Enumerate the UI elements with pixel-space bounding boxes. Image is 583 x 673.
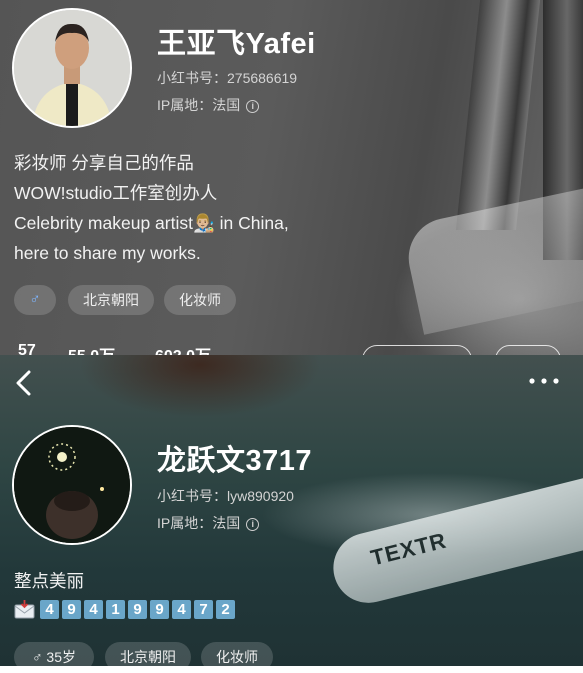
ip-location-text: IP属地：法国 bbox=[157, 97, 241, 113]
info-icon[interactable]: i bbox=[246, 518, 260, 531]
digit: 4 bbox=[172, 600, 191, 619]
avatar[interactable] bbox=[12, 8, 132, 128]
surfboard-decoration: TEXTR bbox=[325, 469, 583, 611]
avatar[interactable] bbox=[12, 425, 132, 545]
ip-location: IP属地：法国 i bbox=[157, 513, 260, 533]
gender-tag: ♂ bbox=[14, 285, 56, 315]
digit: 4 bbox=[84, 600, 103, 619]
occupation-tag: 化妆师 bbox=[164, 285, 236, 315]
digit: 2 bbox=[216, 600, 235, 619]
incoming-envelope-icon bbox=[14, 600, 35, 619]
digit: 7 bbox=[194, 600, 213, 619]
account-id: 小红书号：275686619 bbox=[157, 70, 298, 86]
gender-age-text: ♂ 35岁 bbox=[32, 649, 76, 665]
digit: 9 bbox=[128, 600, 147, 619]
bio-line: Celebrity makeup artist👨🏼‍🎨 in China, bbox=[14, 213, 289, 233]
back-arrow-icon[interactable] bbox=[10, 368, 40, 398]
avatar-photo bbox=[14, 427, 130, 543]
more-options-icon[interactable] bbox=[526, 372, 562, 390]
ip-location-text: IP属地：法国 bbox=[157, 515, 241, 531]
bio: 彩妆师 分享自己的作品 WOW!studio工作室创办人 Celebrity m… bbox=[14, 148, 289, 268]
account-id: 小红书号：lyw890920 bbox=[157, 488, 294, 504]
location-tag: 北京朝阳 bbox=[68, 285, 154, 315]
ip-location: IP属地：法国 i bbox=[157, 95, 260, 115]
avatar-photo bbox=[14, 10, 130, 126]
location-tag: 北京朝阳 bbox=[105, 642, 191, 672]
contact-number-row: 494199472 bbox=[14, 600, 238, 622]
bio-line: 彩妆师 分享自己的作品 bbox=[14, 153, 194, 173]
digit: 4 bbox=[40, 600, 59, 619]
info-icon[interactable]: i bbox=[246, 100, 260, 113]
gender-age-tag: ♂ 35岁 bbox=[14, 642, 94, 672]
background-decoration bbox=[455, 0, 541, 230]
bio-line: 整点美丽 bbox=[14, 571, 84, 591]
digit: 9 bbox=[150, 600, 169, 619]
digit: 1 bbox=[106, 600, 125, 619]
profile-name: 龙跃文3717 bbox=[157, 445, 313, 477]
bio-line: WOW!studio工作室创办人 bbox=[14, 183, 218, 203]
digit: 9 bbox=[62, 600, 81, 619]
bio-line: here to share my works. bbox=[14, 243, 201, 263]
profile-name: 王亚飞Yafei bbox=[157, 28, 316, 60]
occupation-tag: 化妆师 bbox=[201, 642, 273, 672]
